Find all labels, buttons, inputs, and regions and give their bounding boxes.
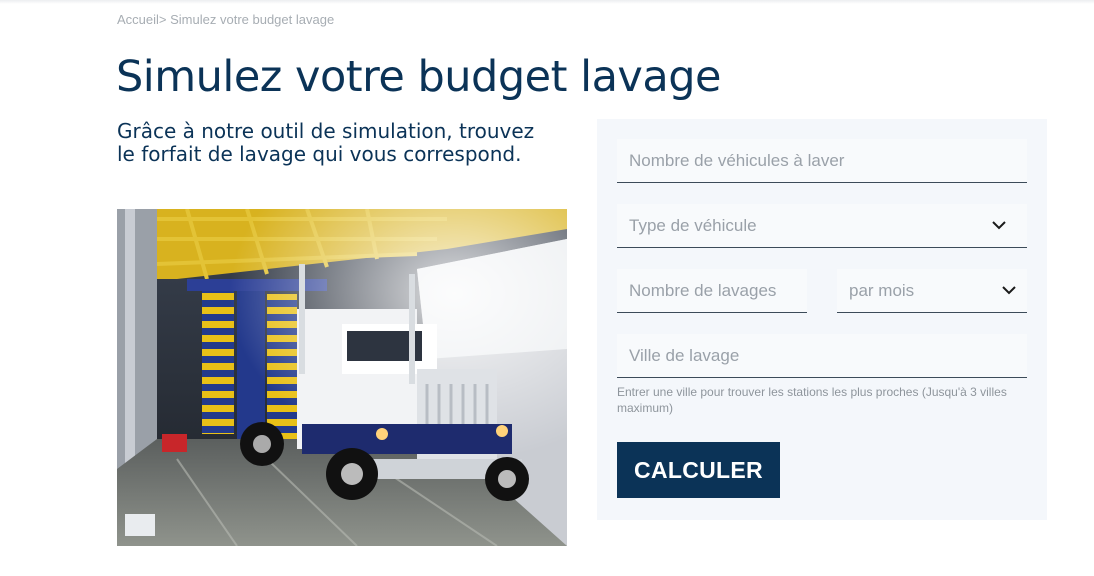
city-placeholder: Ville de lavage: [629, 346, 740, 365]
period-selected-value: par mois: [849, 281, 915, 300]
vehicle-type-select[interactable]: Type de véhicule: [617, 204, 1027, 248]
simulation-form-panel: Nombre de véhicules à laver Type de véhi…: [597, 119, 1047, 520]
vehicles-count-placeholder: Nombre de véhicules à laver: [629, 151, 845, 170]
page-title: Simulez votre budget lavage: [116, 52, 721, 102]
city-hint: Entrer une ville pour trouver les statio…: [617, 385, 1007, 415]
washes-count-placeholder: Nombre de lavages: [629, 281, 777, 300]
washes-count-input[interactable]: Nombre de lavages: [617, 269, 807, 313]
header-shadow: [0, 0, 1094, 4]
city-input[interactable]: Ville de lavage: [617, 334, 1027, 378]
truck-wash-photo: [117, 209, 567, 546]
vehicles-count-input[interactable]: Nombre de véhicules à laver: [617, 139, 1027, 183]
breadcrumb-separator: >: [158, 12, 167, 27]
breadcrumb-home-link[interactable]: Accueil: [117, 12, 159, 27]
chevron-down-icon: [992, 221, 1006, 230]
page-subtitle: Grâce à notre outil de simulation, trouv…: [117, 119, 535, 166]
breadcrumb-current: Simulez votre budget lavage: [166, 12, 335, 27]
vehicle-type-placeholder: Type de véhicule: [629, 216, 757, 235]
calculate-button[interactable]: CALCULER: [617, 442, 780, 498]
chevron-down-icon: [1002, 286, 1016, 295]
period-select[interactable]: par mois: [837, 269, 1027, 313]
breadcrumb: Accueil> Simulez votre budget lavage: [117, 12, 334, 27]
